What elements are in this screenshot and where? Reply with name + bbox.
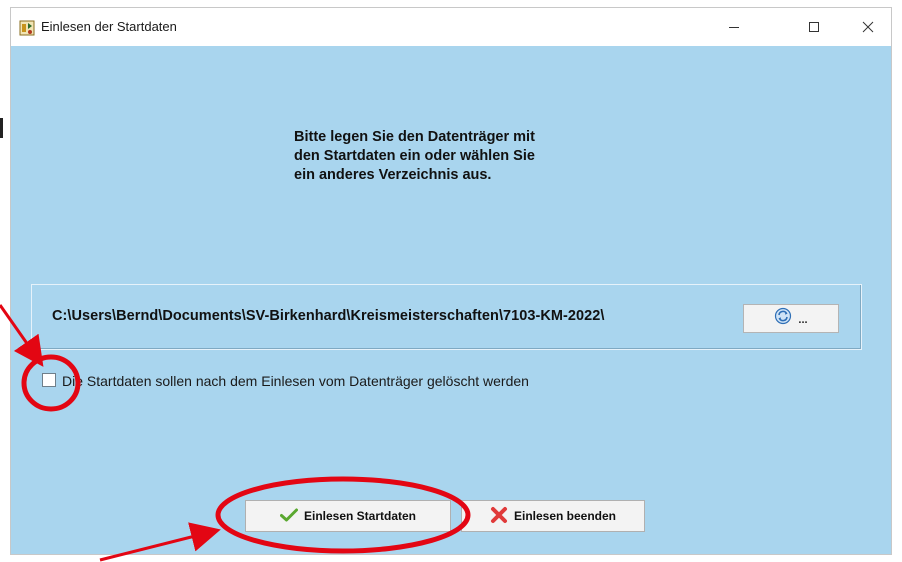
checkbox-pointer-arrow [0,304,44,367]
button-pointer-arrow [99,522,221,562]
annotation-overlay [0,304,471,562]
button-highlight-ellipse [215,476,471,554]
checkbox-highlight-circle [21,354,81,412]
